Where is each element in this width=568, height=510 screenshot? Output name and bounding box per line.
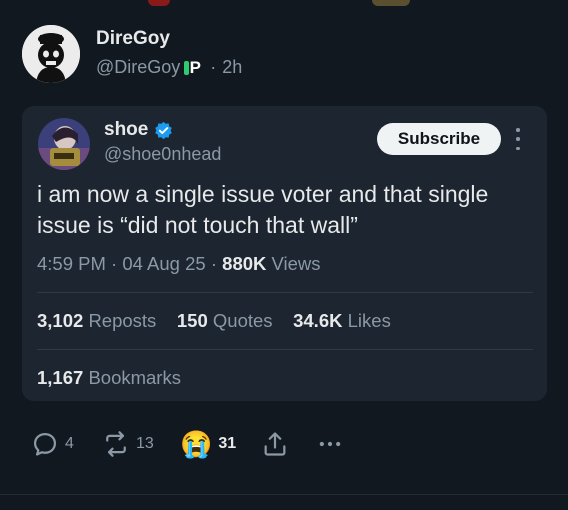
reposts-count: 3,102 <box>37 310 84 331</box>
author-handle[interactable]: @DireGoy <box>96 57 180 78</box>
author-meta: @DireGoy P · 2h <box>96 57 242 78</box>
quoted-avatar[interactable] <box>38 118 90 170</box>
share-icon <box>264 432 286 456</box>
quotes-stat[interactable]: 150 Quotes <box>177 310 278 331</box>
quoted-post-card[interactable]: shoe @shoe0nhead Subscribe i am now a si… <box>22 106 547 401</box>
post-timestamp[interactable]: 4:59 PM <box>37 253 106 274</box>
views-label: Views <box>271 253 321 274</box>
quoted-author-handle[interactable]: @shoe0nhead <box>104 144 221 165</box>
verified-badge-icon <box>155 121 173 139</box>
reposts-label: Reposts <box>88 310 157 331</box>
likes-stat[interactable]: 34.6K Likes <box>293 310 391 331</box>
post-meta: 4:59 PM · 04 Aug 25 · 880K Views <box>37 253 321 275</box>
views-count: 880K <box>222 253 267 274</box>
likes-count: 34.6K <box>293 310 343 331</box>
share-button[interactable] <box>261 430 289 458</box>
repost-icon <box>106 431 126 457</box>
post-separator <box>0 494 568 495</box>
more-dot <box>516 146 520 150</box>
bookmarks-stat[interactable]: 1,167 Bookmarks <box>37 367 181 389</box>
meta-separator: · <box>210 57 217 77</box>
more-options-icon[interactable] <box>515 128 521 150</box>
subscribe-button[interactable]: Subscribe <box>377 123 501 155</box>
more-actions-button[interactable] <box>316 430 344 458</box>
engagement-stats: 3,102 Reposts 150 Quotes 34.6K Likes <box>37 310 391 332</box>
previous-post-fragment <box>372 0 410 6</box>
more-dot <box>516 137 520 141</box>
avatar[interactable] <box>22 25 80 83</box>
more-dot <box>516 128 520 132</box>
quotes-count: 150 <box>176 310 208 331</box>
quoted-post-text: i am now a single issue voter and that s… <box>37 181 489 238</box>
post-date[interactable]: 04 Aug 25 <box>122 253 205 274</box>
reposts-stat[interactable]: 3,102 Reposts <box>37 310 161 331</box>
quoted-avatar-image <box>38 118 90 170</box>
repost-count: 13 <box>136 435 154 452</box>
meta-separator: · <box>210 253 218 274</box>
previous-post-edge <box>0 0 568 8</box>
quotes-label: Quotes <box>212 310 273 331</box>
divider <box>37 349 533 350</box>
premium-badge-icon: P <box>184 58 205 77</box>
meta-separator: · <box>111 253 118 274</box>
crying-face-icon: 😭 <box>180 429 213 459</box>
reply-count: 4 <box>65 435 74 452</box>
avatar-image <box>22 25 80 83</box>
reaction-button[interactable]: 😭 31 <box>180 430 236 458</box>
previous-post-fragment <box>148 0 170 6</box>
repost-button[interactable]: 13 <box>102 430 154 458</box>
bookmarks-label: Bookmarks <box>88 367 181 388</box>
reply-icon <box>33 432 57 456</box>
quoted-author-name[interactable]: shoe <box>104 119 148 141</box>
post-time[interactable]: 2h <box>222 57 242 78</box>
reply-button[interactable]: 4 <box>31 430 74 458</box>
reaction-count: 31 <box>218 435 237 452</box>
likes-label: Likes <box>347 310 391 331</box>
bookmarks-count: 1,167 <box>37 367 84 388</box>
more-horizontal-icon <box>319 441 341 447</box>
author-name[interactable]: DireGoy <box>96 28 170 50</box>
divider <box>37 292 533 293</box>
quoted-author-row: shoe <box>104 119 173 141</box>
